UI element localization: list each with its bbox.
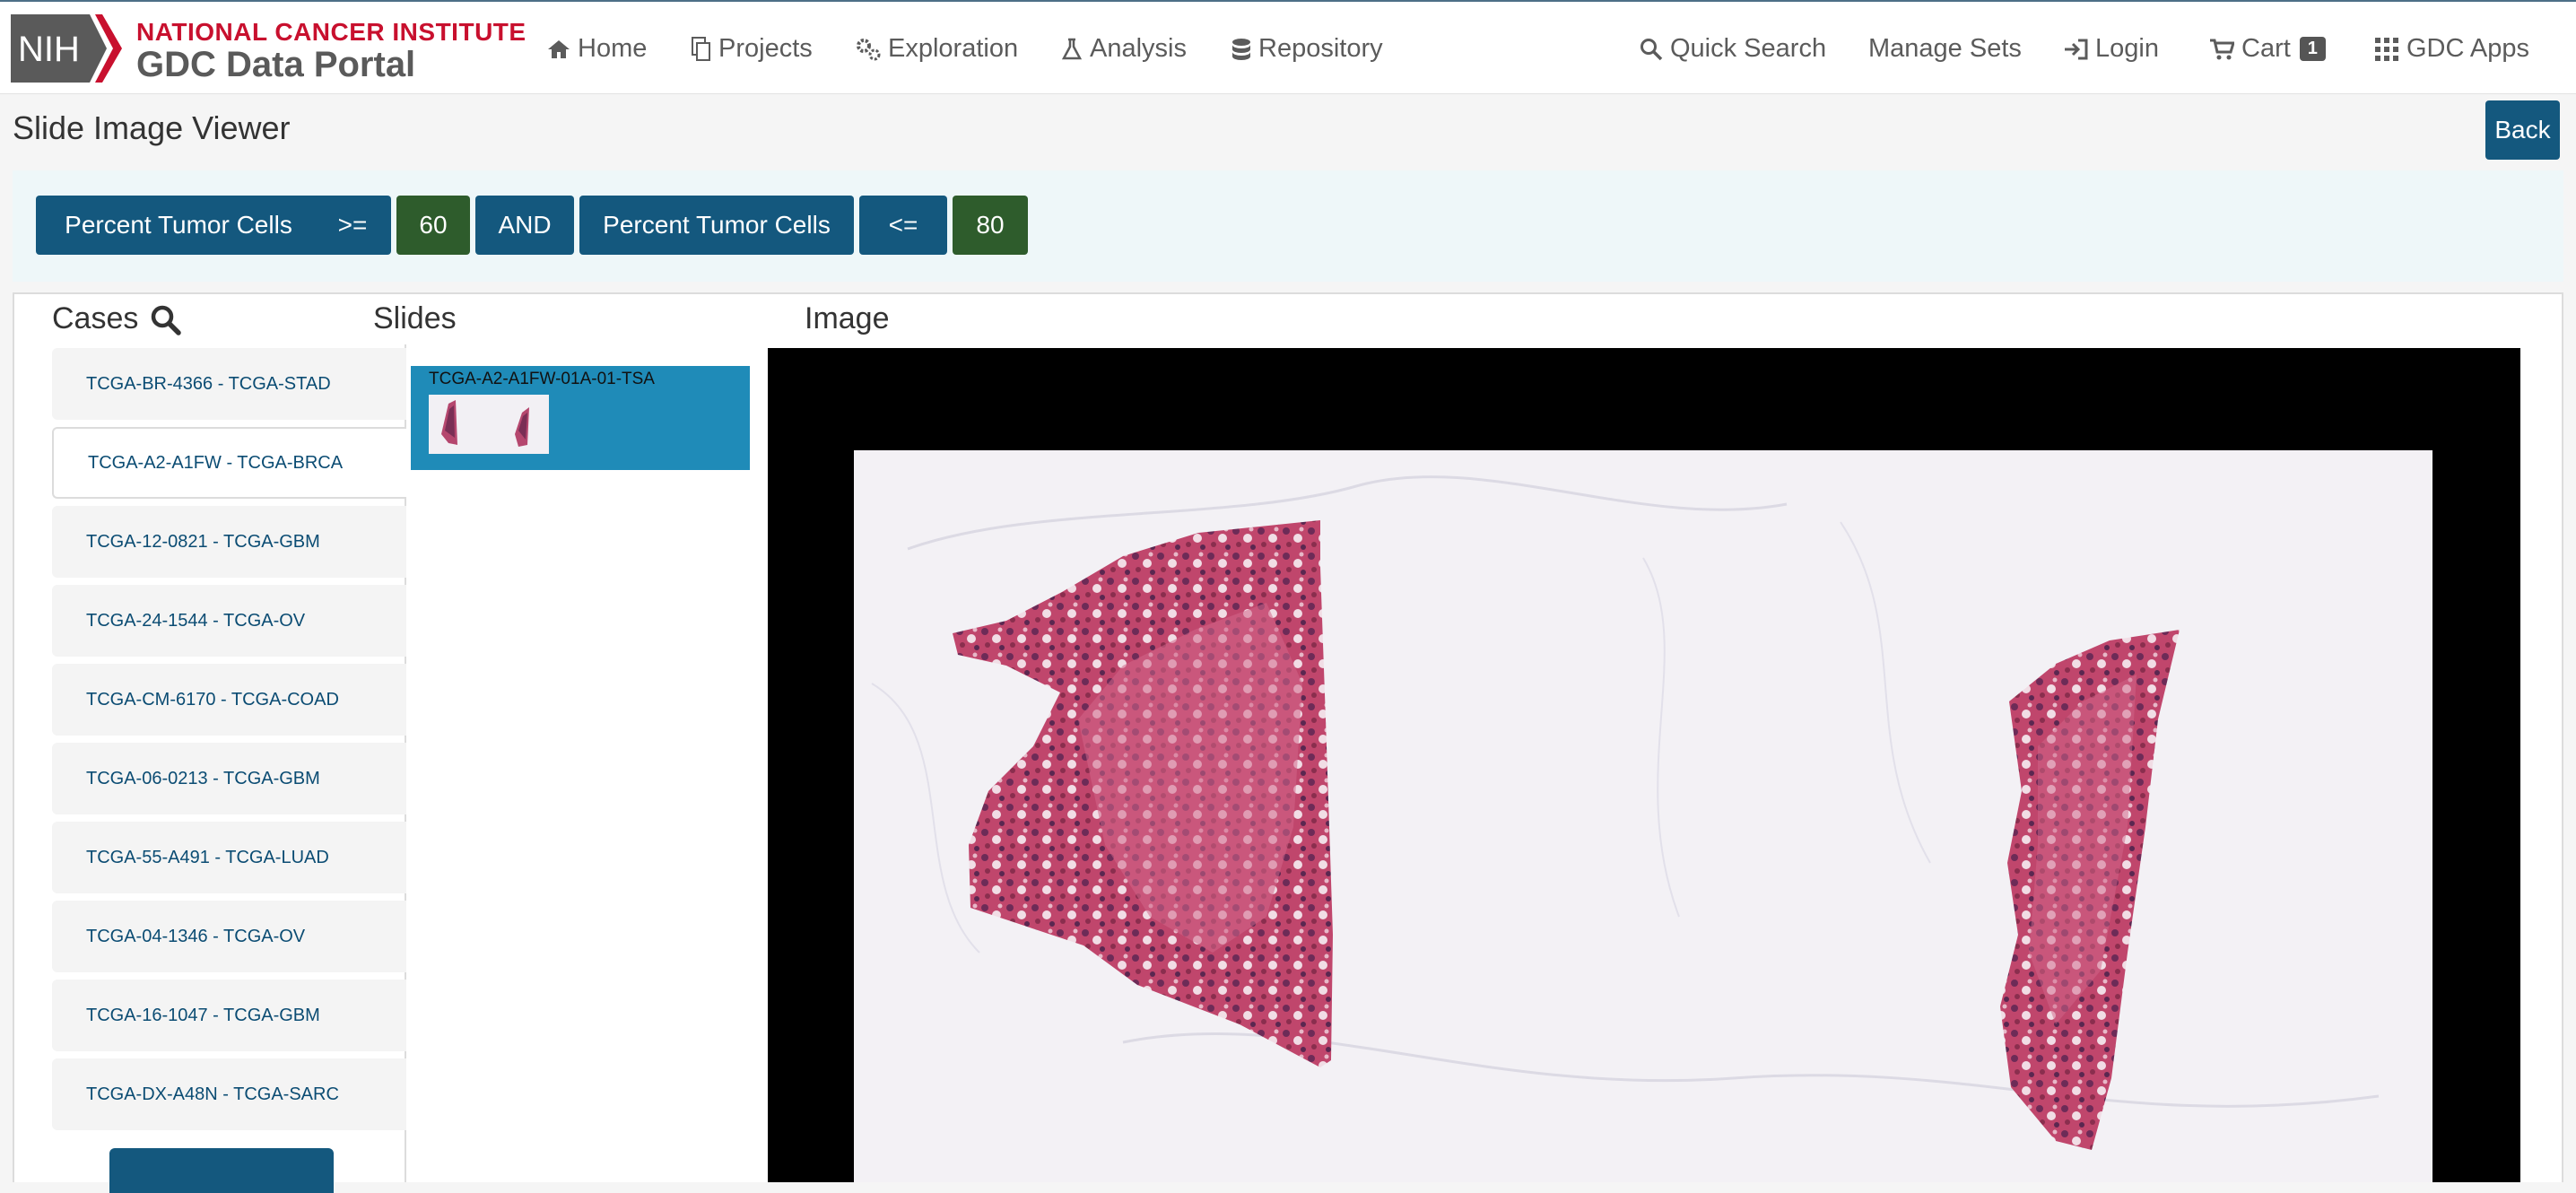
search-icon[interactable]	[151, 305, 181, 335]
slide-label: TCGA-A2-A1FW-01A-01-TSA	[429, 370, 655, 388]
nav-projects[interactable]: Projects	[692, 34, 813, 64]
slide-image[interactable]	[854, 450, 2432, 1182]
back-button[interactable]: Back	[2485, 100, 2560, 160]
case-item[interactable]: TCGA-24-1544 - TCGA-OV	[52, 585, 406, 657]
nav-repository[interactable]: Repository	[1231, 34, 1383, 64]
nav-manage-sets-label: Manage Sets	[1868, 34, 2022, 63]
nav-cart[interactable]: Cart 1	[2209, 34, 2326, 64]
case-item[interactable]: TCGA-12-0821 - TCGA-GBM	[52, 506, 406, 578]
brand-portal[interactable]: GDC Data Portal	[136, 45, 415, 85]
case-item[interactable]: TCGA-06-0213 - TCGA-GBM	[52, 743, 406, 814]
database-icon	[1232, 38, 1250, 60]
case-item[interactable]: TCGA-BR-4366 - TCGA-STAD	[52, 348, 406, 420]
logo-text: NIH	[18, 30, 80, 69]
slide-item-selected[interactable]: TCGA-A2-A1FW-01A-01-TSA	[411, 366, 750, 470]
nav-exploration-label: Exploration	[888, 34, 1019, 63]
case-item[interactable]: TCGA-CM-6170 - TCGA-COAD	[52, 664, 406, 736]
nav-analysis[interactable]: Analysis	[1061, 34, 1187, 64]
case-item[interactable]: TCGA-04-1346 - TCGA-OV	[52, 901, 406, 972]
search-icon	[1640, 38, 1663, 60]
brand-institute: NATIONAL CANCER INSTITUTE	[136, 18, 527, 46]
slides-heading: Slides	[373, 301, 457, 335]
cart-icon	[2210, 39, 2234, 59]
nih-logo[interactable]: NIH	[11, 14, 122, 83]
home-icon	[548, 39, 570, 58]
nav-home-label: Home	[578, 34, 648, 63]
page-title: Slide Image Viewer	[13, 109, 291, 146]
case-item[interactable]: TCGA-16-1047 - TCGA-GBM	[52, 980, 406, 1051]
cogs-icon	[857, 38, 881, 60]
filter-value-chip[interactable]: 60	[396, 196, 470, 255]
nav-login[interactable]: Login	[2063, 34, 2159, 64]
cases-heading: Cases	[52, 301, 139, 335]
show-more-button[interactable]	[109, 1148, 334, 1193]
nav-manage-sets[interactable]: Manage Sets	[1868, 34, 2022, 64]
sign-in-icon	[2065, 39, 2088, 59]
nav-quick-search[interactable]: Quick Search	[1640, 34, 1826, 64]
nav-cart-label: Cart	[2241, 34, 2291, 63]
flask-icon	[1061, 38, 1083, 59]
case-item[interactable]: TCGA-DX-A48N - TCGA-SARC	[52, 1058, 406, 1130]
filter-field-chip[interactable]: Percent Tumor Cells	[36, 196, 321, 255]
case-item-active[interactable]: TCGA-A2-A1FW - TCGA-BRCA	[52, 427, 406, 499]
nav-gdc-apps[interactable]: GDC Apps	[2374, 34, 2529, 64]
nav-home[interactable]: Home	[547, 34, 647, 64]
grid-icon	[2375, 37, 2398, 61]
site-header: NIH NATIONAL CANCER INSTITUTE GDC Data P…	[0, 2, 2576, 94]
filter-value-chip[interactable]: 80	[953, 196, 1028, 255]
cart-count-badge: 1	[2299, 37, 2326, 61]
nav-exploration[interactable]: Exploration	[856, 34, 1018, 64]
nav-login-label: Login	[2095, 34, 2159, 63]
slide-image-viewer[interactable]	[768, 348, 2520, 1182]
image-heading: Image	[805, 301, 890, 335]
filter-field-chip[interactable]: Percent Tumor Cells	[579, 196, 854, 255]
nav-gdc-apps-label: GDC Apps	[2406, 34, 2529, 63]
case-item[interactable]: TCGA-55-A491 - TCGA-LUAD	[52, 822, 406, 893]
nav-projects-label: Projects	[718, 34, 813, 63]
filter-operator-chip[interactable]: >=	[314, 196, 391, 255]
slide-thumbnail	[429, 395, 549, 454]
filter-bar: Percent Tumor Cells >= 60 AND Percent Tu…	[13, 170, 2563, 282]
viewer-panel: Cases Slides Image TCGA-BR-4366 - TCGA-S…	[13, 292, 2563, 1193]
nav-quick-search-label: Quick Search	[1670, 34, 1827, 63]
copy-icon	[692, 36, 710, 61]
nav-repository-label: Repository	[1258, 34, 1383, 63]
filter-operator-chip[interactable]: <=	[859, 196, 947, 255]
filter-combinator-chip[interactable]: AND	[475, 196, 574, 255]
nav-analysis-label: Analysis	[1090, 34, 1187, 63]
